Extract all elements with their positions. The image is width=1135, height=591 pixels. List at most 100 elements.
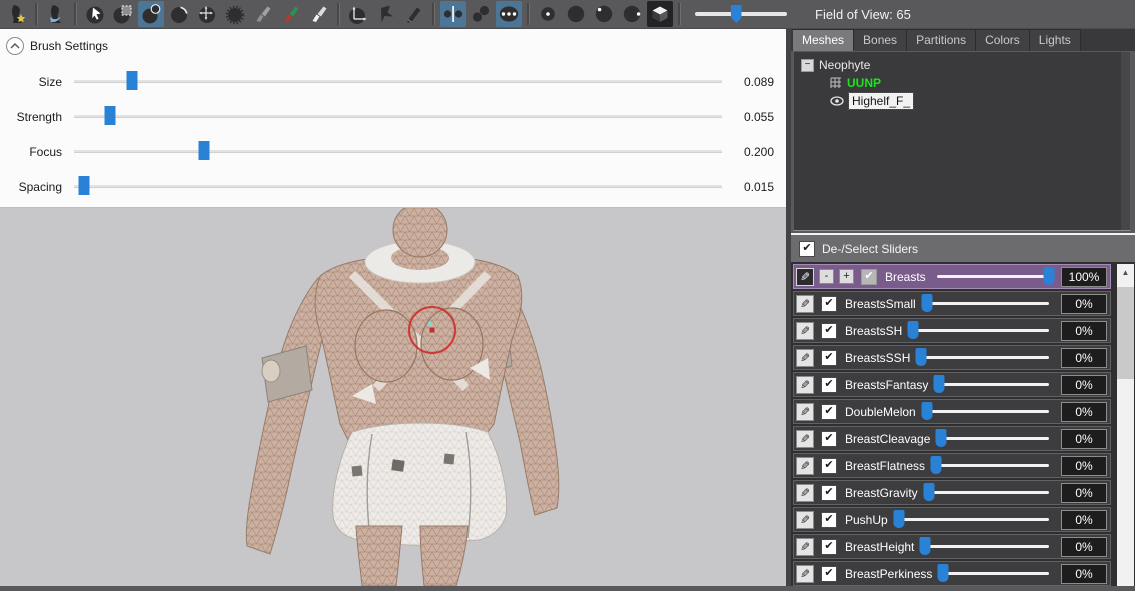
slider-thumb[interactable] — [931, 456, 942, 474]
edit-slider-button[interactable] — [796, 295, 814, 313]
slider-thumb[interactable] — [938, 564, 949, 582]
brush-size-slider[interactable] — [74, 80, 722, 83]
tree-item-highelf[interactable]: Highelf_F_ — [794, 92, 1130, 110]
slider-checkbox[interactable] — [861, 269, 877, 285]
slider-row-breastssmall[interactable]: BreastsSmall 0% — [793, 291, 1111, 316]
tab-partitions[interactable]: Partitions — [907, 29, 976, 51]
brush-size-thumb[interactable] — [126, 71, 137, 90]
slider-thumb[interactable] — [923, 483, 934, 501]
mirror-x-icon[interactable] — [440, 1, 466, 27]
edit-slider-button[interactable] — [796, 403, 814, 421]
tree-scrollbar[interactable] — [1121, 52, 1130, 230]
slider-value[interactable]: 0% — [1061, 429, 1107, 449]
slider-checkbox[interactable] — [821, 458, 837, 474]
slider-thumb[interactable] — [921, 402, 932, 420]
brush-solid-icon[interactable] — [563, 1, 589, 27]
slider-thumb[interactable] — [936, 429, 947, 447]
edit-slider-button[interactable] — [796, 565, 814, 583]
slider-thumb[interactable] — [921, 294, 932, 312]
slider-track[interactable] — [941, 437, 1049, 440]
move-brush-icon[interactable] — [194, 1, 220, 27]
edit-slider-button[interactable] — [796, 376, 814, 394]
slider-thumb[interactable] — [934, 375, 945, 393]
slider-thumb[interactable] — [916, 348, 927, 366]
brush-focus-thumb[interactable] — [198, 141, 209, 160]
slider-track[interactable] — [925, 545, 1049, 548]
slider-row-breasts[interactable]: - + Breasts 100% — [793, 264, 1111, 289]
slider-track[interactable] — [921, 356, 1049, 359]
slider-checkbox[interactable] — [821, 323, 837, 339]
slider-value[interactable]: 0% — [1061, 564, 1107, 584]
scroll-up-icon[interactable]: ▲ — [1117, 264, 1134, 280]
slider-track[interactable] — [913, 329, 1049, 332]
save-project-icon[interactable] — [43, 1, 69, 27]
slider-track[interactable] — [943, 572, 1049, 575]
slider-track[interactable] — [937, 275, 1049, 278]
connected-vertices-icon[interactable] — [496, 1, 522, 27]
load-project-icon[interactable] — [4, 1, 30, 27]
slider-row-breastgravity[interactable]: BreastGravity 0% — [793, 480, 1111, 505]
slider-thumb[interactable] — [893, 510, 904, 528]
inflate-brush-icon[interactable] — [138, 1, 164, 27]
slider-track[interactable] — [936, 464, 1049, 467]
slider-row-breastcleavage[interactable]: BreastCleavage 0% — [793, 426, 1111, 451]
slider-row-pushup[interactable]: PushUp 0% — [793, 507, 1111, 532]
slider-value[interactable]: 0% — [1061, 456, 1107, 476]
slider-row-breastflatness[interactable]: BreastFlatness 0% — [793, 453, 1111, 478]
field-of-view-thumb[interactable] — [731, 5, 742, 23]
tree-root-row[interactable]: Neophyte — [794, 56, 1130, 74]
tree-item-uunp[interactable]: UUNP — [794, 74, 1130, 92]
slider-track[interactable] — [939, 383, 1049, 386]
model-viewport[interactable] — [0, 208, 786, 586]
perspective-cube-icon[interactable] — [647, 1, 673, 27]
connected-only-icon[interactable] — [468, 1, 494, 27]
edit-pencil-icon[interactable] — [401, 1, 427, 27]
brush-focus-slider[interactable] — [74, 150, 722, 153]
slider-value[interactable]: 0% — [1061, 483, 1107, 503]
slider-thumb[interactable] — [908, 321, 919, 339]
slider-track[interactable] — [927, 410, 1049, 413]
tab-colors[interactable]: Colors — [976, 29, 1030, 51]
eye-icon[interactable] — [830, 96, 844, 106]
undiff-brush-icon[interactable] — [250, 1, 276, 27]
slider-row-breastheight[interactable]: BreastHeight 0% — [793, 534, 1111, 559]
tab-meshes[interactable]: Meshes — [793, 29, 854, 51]
slider-list-scrollbar[interactable]: ▲ — [1117, 264, 1134, 586]
brush-dot-edge-icon[interactable] — [591, 1, 617, 27]
brush-dot-center-icon[interactable] — [535, 1, 561, 27]
transform-tool-icon[interactable] — [345, 1, 371, 27]
slider-row-breastsfantasy[interactable]: BreastsFantasy 0% — [793, 372, 1111, 397]
deflate-brush-icon[interactable] — [166, 1, 192, 27]
slider-checkbox[interactable] — [821, 431, 837, 447]
smooth-brush-icon[interactable] — [222, 1, 248, 27]
slider-row-breastperkiness[interactable]: BreastPerkiness 0% — [793, 561, 1111, 586]
pin-vertex-icon[interactable] — [373, 1, 399, 27]
decrement-button[interactable]: - — [819, 269, 834, 284]
slider-checkbox[interactable] — [821, 539, 837, 555]
slider-checkbox[interactable] — [821, 377, 837, 393]
collapse-node-icon[interactable] — [801, 59, 814, 72]
mask-brush-icon[interactable] — [110, 1, 136, 27]
brush-strength-thumb[interactable] — [104, 106, 115, 125]
edit-slider-button[interactable] — [796, 538, 814, 556]
edit-slider-button[interactable] — [796, 430, 814, 448]
slider-checkbox[interactable] — [821, 404, 837, 420]
tab-lights[interactable]: Lights — [1030, 29, 1081, 51]
slider-value[interactable]: 0% — [1061, 294, 1107, 314]
slider-value[interactable]: 0% — [1061, 402, 1107, 422]
slider-value[interactable]: 0% — [1061, 510, 1107, 530]
slider-row-breastssh[interactable]: BreastsSH 0% — [793, 318, 1111, 343]
slider-value[interactable]: 0% — [1061, 348, 1107, 368]
edit-slider-button[interactable] — [796, 457, 814, 475]
collapse-panel-icon[interactable] — [6, 37, 24, 55]
slider-track[interactable] — [927, 302, 1049, 305]
slider-checkbox[interactable] — [821, 350, 837, 366]
slider-thumb[interactable] — [920, 537, 931, 555]
slider-thumb[interactable] — [1044, 267, 1055, 285]
edit-slider-button[interactable] — [796, 511, 814, 529]
slider-checkbox[interactable] — [821, 512, 837, 528]
slider-checkbox[interactable] — [821, 566, 837, 582]
tab-bones[interactable]: Bones — [854, 29, 907, 51]
brush-spacing-slider[interactable] — [74, 185, 722, 188]
field-of-view-slider[interactable] — [695, 12, 787, 16]
